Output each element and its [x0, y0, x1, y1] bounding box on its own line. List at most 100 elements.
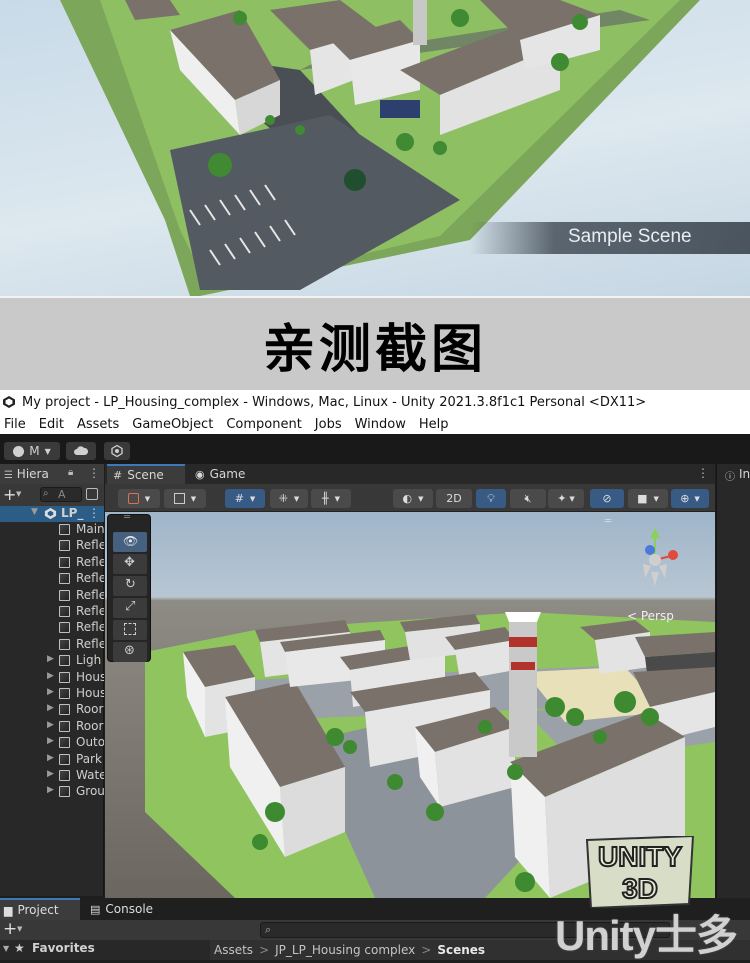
rect-tool-button[interactable] — [113, 620, 147, 640]
hierarchy-item[interactable]: ▶ Wate — [0, 768, 104, 784]
hierarchy-item[interactable]: Refle — [0, 604, 104, 620]
lock-icon[interactable]: 🔒︎ — [68, 467, 73, 478]
gizmo-lines-icon: ═ — [605, 516, 612, 527]
favorites-row[interactable]: ▼ ★ Favorites — [0, 940, 210, 960]
orientation-gizmo[interactable] — [623, 520, 687, 592]
expand-arrow-icon[interactable]: ▶ — [47, 736, 54, 746]
hierarchy-item-label: Refle — [76, 636, 104, 651]
cloud-button[interactable] — [66, 442, 96, 460]
breadcrumb-scenes[interactable]: Scenes — [437, 943, 485, 957]
menu-assets[interactable]: Assets — [77, 417, 119, 432]
search-placeholder: A — [58, 488, 66, 501]
menu-help[interactable]: Help — [419, 417, 449, 432]
gizmos-button[interactable]: ⊕ ▼ — [671, 489, 709, 508]
add-icon[interactable]: + — [3, 919, 17, 939]
folder-icon: ▆ — [4, 903, 13, 917]
persp-label[interactable]: < Persp — [627, 609, 674, 623]
grid-snap-button[interactable]: # ▼ — [225, 489, 265, 508]
hierarchy-item[interactable]: Refle — [0, 555, 104, 571]
camera-button[interactable]: ■ ▼ — [628, 489, 668, 508]
expand-arrow-icon[interactable]: ▶ — [47, 687, 54, 697]
menu-edit[interactable]: Edit — [39, 417, 64, 432]
hierarchy-item[interactable]: Refle — [0, 538, 104, 554]
gameobject-icon — [59, 704, 70, 716]
shading-mode-button[interactable]: ◐ ▼ — [393, 489, 433, 508]
breadcrumb-assets[interactable]: Assets — [214, 943, 253, 957]
expand-arrow-icon[interactable]: ▶ — [47, 703, 54, 713]
hierarchy-item[interactable]: ▶ Ligh — [0, 653, 104, 669]
expand-arrow-icon[interactable]: ▼ — [3, 944, 9, 953]
hierarchy-item[interactable]: Refle — [0, 637, 104, 653]
visibility-toggle[interactable]: ⊘ — [590, 489, 624, 508]
hierarchy-item[interactable]: ▶ Outo — [0, 735, 104, 751]
breadcrumb-package[interactable]: JP_LP_Housing complex — [275, 943, 415, 957]
ruler-button[interactable]: ╫ ▼ — [311, 489, 351, 508]
hierarchy-root[interactable]: ▼ LP_ ⋮ — [0, 506, 104, 522]
lighting-toggle[interactable]: 💡︎ — [476, 489, 506, 508]
hierarchy-item[interactable]: ▶ Hous — [0, 686, 104, 702]
expand-arrow-icon[interactable]: ▶ — [47, 720, 54, 730]
hierarchy-item[interactable]: ▶ Roor — [0, 719, 104, 735]
tab-scene[interactable]: # Scene — [107, 464, 185, 484]
hierarchy-item-label: Ligh — [76, 653, 102, 668]
hierarchy-item[interactable]: Refle — [0, 588, 104, 604]
pivot-button[interactable]: ▼ — [164, 489, 206, 508]
tab-project[interactable]: ▆ Project — [0, 898, 80, 920]
menu-file[interactable]: File — [4, 417, 26, 432]
scale-tool-button[interactable]: ⤢ — [113, 598, 147, 618]
draw-mode-button[interactable]: ▼ — [118, 489, 160, 508]
tab-console[interactable]: ▤ Console — [86, 898, 166, 920]
chevron-down-icon: ▼ — [44, 446, 51, 456]
hierarchy-item[interactable]: Main — [0, 522, 104, 538]
account-button[interactable]: M ▼ — [4, 442, 60, 460]
gizmo-icon: ⊕ — [680, 492, 690, 505]
hierarchy-item-label: Wate — [76, 768, 104, 782]
expand-arrow-icon[interactable]: ▶ — [47, 753, 54, 763]
more-icon[interactable]: ⋮ — [88, 466, 100, 480]
hierarchy-item[interactable]: ▶ Park — [0, 752, 104, 768]
sphere-icon: ◐ — [402, 492, 413, 505]
audio-toggle[interactable]: 🔇︎ — [510, 489, 546, 508]
more-icon[interactable]: ⋮ — [88, 506, 100, 520]
menu-window[interactable]: Window — [355, 417, 406, 432]
move-icon: ✥ — [124, 555, 135, 570]
hierarchy-item[interactable]: ▶ Roor — [0, 702, 104, 718]
menu-jobs[interactable]: Jobs — [315, 417, 342, 432]
hierarchy-item[interactable]: ▶ Hous — [0, 670, 104, 686]
more-icon[interactable]: ⋮ — [697, 466, 709, 480]
window-titlebar: My project - LP_Housing_complex - Window… — [0, 390, 750, 414]
caption-band: 亲测截图 — [0, 298, 750, 390]
view-tool-button[interactable]: 👁︎ — [113, 532, 147, 552]
collab-button[interactable] — [104, 442, 130, 460]
expand-arrow-icon[interactable]: ▶ — [47, 654, 54, 664]
tab-game[interactable]: ◉ Game — [191, 464, 261, 484]
snap-increment-button[interactable]: ⁜ ▼ — [270, 489, 308, 508]
hierarchy-item[interactable]: ▶ Grou — [0, 784, 104, 800]
expand-arrow-icon[interactable]: ▶ — [47, 769, 54, 779]
add-icon[interactable]: + — [3, 485, 16, 504]
gameobject-icon — [59, 770, 70, 781]
chevron-down-icon[interactable]: ▼ — [17, 925, 22, 933]
scale-icon: ⤢ — [125, 599, 136, 614]
expand-arrow-icon[interactable]: ▶ — [47, 671, 54, 681]
palette-drag-handle[interactable]: ═ — [113, 512, 147, 524]
chevron-down-icon[interactable]: ▼ — [16, 490, 21, 498]
inspector-tab-label[interactable]: In — [739, 467, 750, 481]
menu-gameobject[interactable]: GameObject — [132, 417, 213, 432]
caption-text: 亲测截图 — [262, 319, 487, 380]
rotate-tool-button[interactable]: ↻ — [113, 576, 147, 596]
menu-component[interactable]: Component — [226, 417, 301, 432]
hierarchy-item[interactable]: Refle — [0, 620, 104, 636]
transform-tool-button[interactable]: ⊛ — [113, 642, 147, 662]
hierarchy-search-input[interactable]: ⌕ A — [40, 487, 82, 502]
expand-arrow-icon[interactable]: ▶ — [47, 785, 54, 795]
hierarchy-item[interactable]: Refle — [0, 571, 104, 587]
expand-arrow-icon[interactable]: ▼ — [31, 507, 38, 517]
filter-icon[interactable] — [86, 488, 98, 500]
move-tool-button[interactable]: ✥ — [113, 554, 147, 574]
effects-button[interactable]: ✦ ▼ — [548, 489, 584, 508]
2d-toggle[interactable]: 2D — [436, 489, 472, 508]
unity-logo-icon — [3, 396, 15, 408]
hierarchy-panel: ☰ Hiera 🔒︎ ⋮ + ▼ ⌕ A ▼ LP_ ⋮ Main Refle Re… — [0, 464, 104, 896]
hierarchy-tab[interactable]: ☰ Hiera 🔒︎ ⋮ — [0, 464, 104, 484]
